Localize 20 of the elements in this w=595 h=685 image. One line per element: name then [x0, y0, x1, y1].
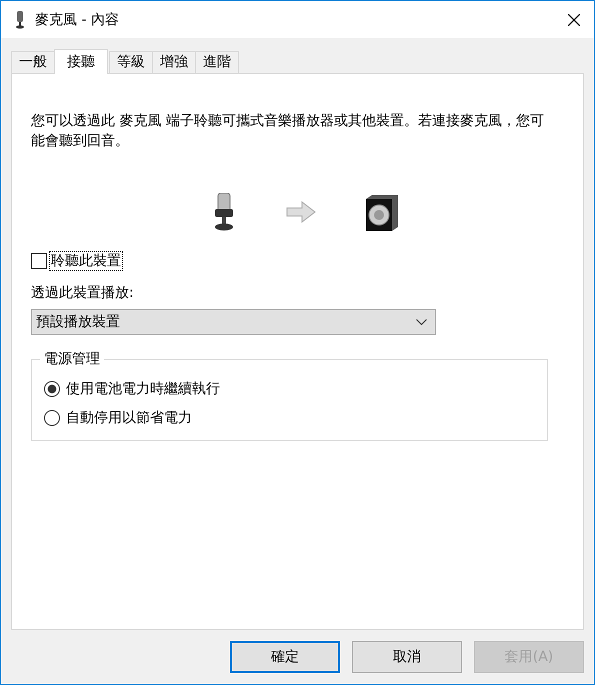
dialog-button[interactable]: 取消: [352, 641, 462, 673]
group-title: 電源管理: [43, 350, 101, 368]
tab[interactable]: 等級: [109, 51, 153, 73]
speaker-icon: [366, 195, 398, 231]
tab[interactable]: 一般: [11, 51, 55, 73]
close-icon[interactable]: [568, 14, 580, 26]
window-title: 麥克風 - 內容: [35, 10, 120, 28]
checkbox[interactable]: [31, 253, 47, 269]
microphone-icon: [212, 193, 236, 231]
dialog-button[interactable]: 確定: [230, 641, 340, 673]
tab[interactable]: 接聽: [54, 49, 108, 74]
microphone-icon: [15, 10, 25, 28]
radio-option[interactable]: 使用電池電力時繼續執行: [44, 374, 535, 403]
tab[interactable]: 進階: [195, 51, 239, 73]
playback-label: 透過此裝置播放:: [31, 284, 135, 302]
radio-option[interactable]: 自動停用以節省電力: [44, 403, 535, 432]
chevron-down-icon: [416, 318, 427, 326]
description-text: 您可以透過此 麥克風 端子聆聽可攜式音樂播放器或其他裝置。若連接麥克風，您可能會聽到回音。: [31, 112, 545, 151]
arrow-icon: [286, 201, 316, 223]
playback-dropdown[interactable]: 預設播放裝置: [31, 309, 436, 335]
